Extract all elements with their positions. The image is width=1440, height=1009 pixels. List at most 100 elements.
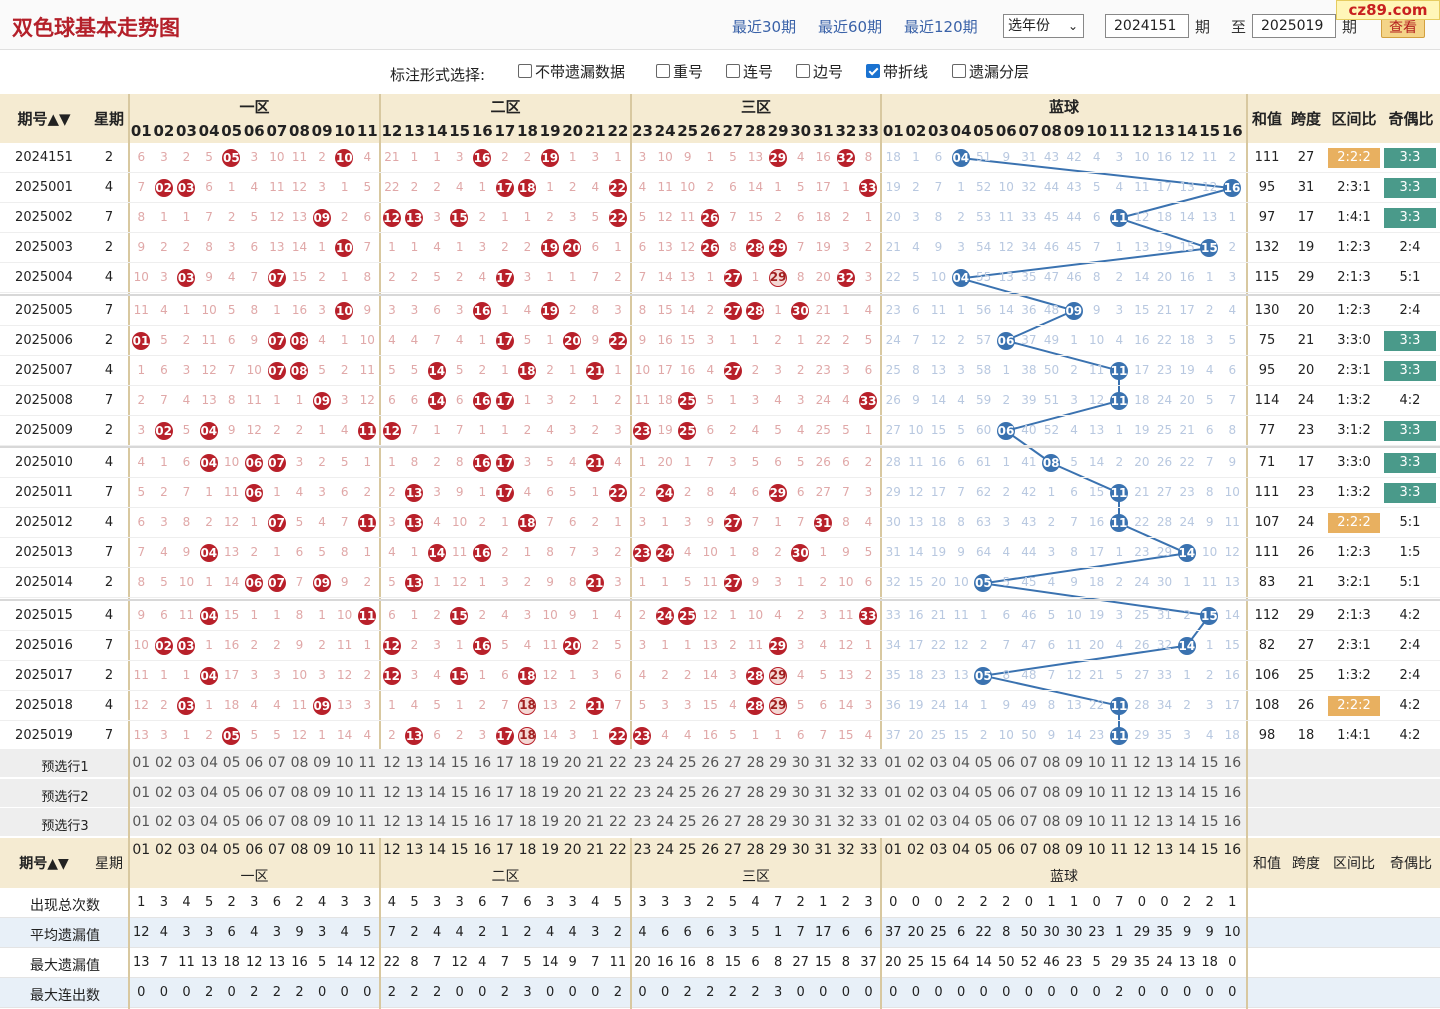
preselect-cell[interactable]: 17	[494, 814, 517, 830]
preselect-cell[interactable]: 26	[699, 785, 722, 801]
preselect-cell[interactable]: 01	[130, 785, 153, 801]
issue-header[interactable]: 期号▲▼	[0, 108, 88, 129]
preselect-cell[interactable]: 03	[927, 814, 950, 830]
preselect-cell[interactable]: 23	[631, 814, 654, 830]
preselect-cell[interactable]: 01	[130, 814, 153, 830]
preselect-cell[interactable]: 06	[243, 814, 266, 830]
preselect-cell[interactable]: 11	[356, 785, 379, 801]
preselect-cell[interactable]: 02	[153, 814, 176, 830]
preselect-cell[interactable]: 30	[789, 785, 812, 801]
preselect-cell[interactable]: 06	[995, 814, 1018, 830]
preselect-cell[interactable]: 08	[1040, 755, 1063, 771]
preselect-cell[interactable]: 10	[1085, 785, 1108, 801]
preselect-cell[interactable]: 13	[403, 785, 426, 801]
preselect-cell[interactable]: 25	[676, 814, 699, 830]
preselect-cell[interactable]: 25	[676, 785, 699, 801]
preselect-cell[interactable]: 11	[1108, 755, 1131, 771]
preselect-cell[interactable]: 17	[494, 785, 517, 801]
footer-issue-header[interactable]: 期号▲▼	[0, 853, 88, 873]
preselect-cell[interactable]: 09	[1063, 785, 1086, 801]
preselect-cell[interactable]: 11	[1108, 785, 1131, 801]
preselect-cell[interactable]: 10	[333, 755, 356, 771]
preselect-cell[interactable]: 15	[448, 814, 471, 830]
preselect-cell[interactable]: 29	[767, 755, 790, 771]
preselect-cell[interactable]: 07	[1018, 814, 1041, 830]
preselect-cell[interactable]: 16	[471, 755, 494, 771]
preselect-cell[interactable]: 20	[561, 755, 584, 771]
preselect-cell[interactable]: 11	[356, 814, 379, 830]
preselect-cell[interactable]: 09	[1063, 755, 1086, 771]
preselect-cell[interactable]: 16	[1221, 785, 1244, 801]
preselect-cell[interactable]: 13	[403, 755, 426, 771]
preselect-cell[interactable]: 15	[448, 755, 471, 771]
preselect-cell[interactable]: 14	[426, 814, 449, 830]
preselect-cell[interactable]: 20	[561, 785, 584, 801]
preselect-cell[interactable]: 14	[1176, 785, 1199, 801]
preselect-cell[interactable]: 15	[1198, 755, 1221, 771]
preselect-cell[interactable]: 08	[288, 785, 311, 801]
preselect-cell[interactable]: 10	[333, 814, 356, 830]
preselect-cell[interactable]: 08	[288, 755, 311, 771]
preselect-cell[interactable]: 04	[198, 785, 221, 801]
preselect-cell[interactable]: 21	[584, 814, 607, 830]
preselect-cell[interactable]: 15	[448, 785, 471, 801]
preselect-cell[interactable]: 14	[426, 755, 449, 771]
preselect-cell[interactable]: 18	[516, 814, 539, 830]
preselect-cell[interactable]: 06	[995, 785, 1018, 801]
preselect-cell[interactable]: 22	[607, 814, 630, 830]
preselect-cell[interactable]: 03	[175, 785, 198, 801]
preselect-cell[interactable]: 29	[767, 814, 790, 830]
preselect-cell[interactable]: 02	[905, 814, 928, 830]
preselect-cell[interactable]: 26	[699, 814, 722, 830]
preselect-cell[interactable]: 31	[812, 755, 835, 771]
preselect-cell[interactable]: 23	[631, 785, 654, 801]
preselect-cell[interactable]: 09	[1063, 814, 1086, 830]
preselect-cell[interactable]: 09	[311, 755, 334, 771]
preselect-cell[interactable]: 22	[607, 785, 630, 801]
preselect-cell[interactable]: 05	[220, 785, 243, 801]
preselect-cell[interactable]: 02	[153, 785, 176, 801]
preselect-cell[interactable]: 28	[744, 785, 767, 801]
preselect-cell[interactable]: 12	[1131, 814, 1154, 830]
preselect-cell[interactable]: 04	[198, 755, 221, 771]
preselect-cell[interactable]: 21	[584, 785, 607, 801]
preselect-cell[interactable]: 22	[607, 755, 630, 771]
preselect-cell[interactable]: 02	[905, 785, 928, 801]
preselect-cell[interactable]: 05	[972, 755, 995, 771]
preselect-cell[interactable]: 19	[539, 785, 562, 801]
preselect-cell[interactable]: 03	[927, 755, 950, 771]
preselect-cell[interactable]: 06	[243, 785, 266, 801]
preselect-cell[interactable]: 07	[266, 785, 289, 801]
preselect-cell[interactable]: 15	[1198, 785, 1221, 801]
preselect-cell[interactable]: 28	[744, 755, 767, 771]
preselect-cell[interactable]: 16	[1221, 814, 1244, 830]
preselect-cell[interactable]: 10	[1085, 814, 1108, 830]
preselect-cell[interactable]: 04	[950, 785, 973, 801]
preselect-cell[interactable]: 01	[882, 785, 905, 801]
preselect-cell[interactable]: 08	[1040, 814, 1063, 830]
preselect-cell[interactable]: 03	[175, 814, 198, 830]
preselect-cell[interactable]: 33	[857, 755, 880, 771]
preselect-cell[interactable]: 05	[220, 814, 243, 830]
preselect-cell[interactable]: 09	[311, 814, 334, 830]
preselect-cell[interactable]: 27	[722, 785, 745, 801]
preselect-cell[interactable]: 25	[676, 755, 699, 771]
preselect-cell[interactable]: 12	[1131, 785, 1154, 801]
preselect-cell[interactable]: 12	[381, 785, 404, 801]
preselect-cell[interactable]: 27	[722, 814, 745, 830]
preselect-cell[interactable]: 19	[539, 755, 562, 771]
preselect-cell[interactable]: 13	[1153, 755, 1176, 771]
preselect-cell[interactable]: 03	[175, 755, 198, 771]
preselect-cell[interactable]: 24	[654, 814, 677, 830]
preselect-cell[interactable]: 27	[722, 755, 745, 771]
preselect-cell[interactable]: 05	[220, 755, 243, 771]
preselect-cell[interactable]: 12	[1131, 755, 1154, 771]
preselect-cell[interactable]: 12	[381, 755, 404, 771]
preselect-cell[interactable]: 32	[835, 755, 858, 771]
preselect-cell[interactable]: 33	[857, 814, 880, 830]
preselect-cell[interactable]: 14	[426, 785, 449, 801]
preselect-cell[interactable]: 04	[950, 755, 973, 771]
preselect-cell[interactable]: 13	[1153, 814, 1176, 830]
preselect-cell[interactable]: 04	[950, 814, 973, 830]
preselect-cell[interactable]: 01	[130, 755, 153, 771]
